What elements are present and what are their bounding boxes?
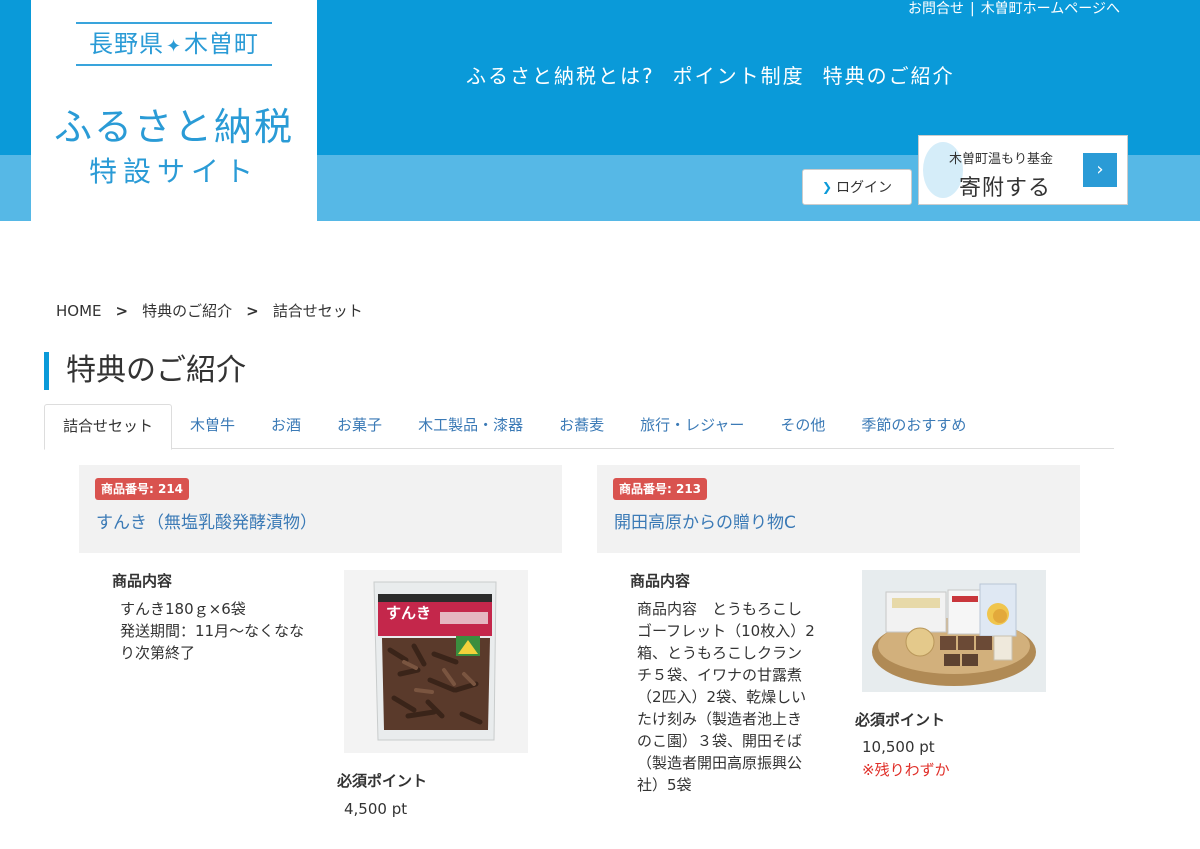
login-label: ログイン <box>836 180 893 196</box>
logo-town-text: 木曽町 <box>184 30 260 58</box>
tab-seasonal[interactable]: 季節のおすすめ <box>843 404 984 449</box>
contents-line: （2匹入）2袋、乾燥しい <box>637 688 807 706</box>
category-tabs: 詰合せセット 木曽牛 お酒 お菓子 木工製品・漆器 お蕎麦 旅行・レジャー その… <box>44 404 1114 450</box>
breadcrumb-current: 詰合せセット <box>272 302 363 320</box>
package-label: すんき <box>386 604 431 622</box>
tab-assortment[interactable]: 詰合せセット <box>44 404 173 450</box>
sunki-package-icon: すんき <box>344 570 528 753</box>
site-logo[interactable]: 長野県 ✦木曽町 ふるさと納税 特設サイト <box>31 0 317 221</box>
fund-label: 木曽町温もり基金 <box>949 152 1054 167</box>
product-title-link[interactable]: すんき（無塩乳酸発酵漬物） <box>96 508 317 533</box>
breadcrumb-benefits[interactable]: 特典のご紹介 <box>142 302 232 320</box>
product-image-sunki[interactable]: すんき <box>344 570 528 753</box>
chevron-right-icon: ❯ <box>821 180 833 194</box>
login-button[interactable]: ❯ ログイン <box>802 169 912 205</box>
product-card-header: 商品番号: 214 すんき（無塩乳酸発酵漬物） <box>79 465 562 553</box>
global-nav: ふるさと納税とは? ポイント制度 特典のご紹介 <box>466 60 973 89</box>
contents-line: 箱、とうもろこしクラン <box>637 644 803 662</box>
contents-line: （製造者開田高原振興公 <box>637 754 803 772</box>
product-card: 商品番号: 213 開田高原からの贈り物C 商品内容 商品内容 とうもろこし ゴ… <box>597 465 1080 849</box>
bird-icon: ✦ <box>165 36 183 57</box>
tab-other[interactable]: その他 <box>762 404 843 449</box>
town-homepage-link[interactable]: 木曽町ホームページへ <box>981 1 1120 17</box>
low-stock-note: ※残りわずか <box>862 761 950 779</box>
logo-prefecture: 長野県 ✦木曽町 <box>76 22 272 66</box>
contents-line: 発送期間：11月～なくなな <box>120 622 305 640</box>
contents-line: すんき180ｇ×6袋 <box>120 600 246 618</box>
product-number-badge: 商品番号: 213 <box>613 478 708 500</box>
contents-line: 商品内容 とうもろこし <box>637 600 803 618</box>
contents-line: チ５袋、イワナの甘露煮 <box>637 666 803 684</box>
tab-sweets[interactable]: お菓子 <box>319 404 400 449</box>
tab-travel[interactable]: 旅行・レジャー <box>622 404 762 449</box>
contents-line: たけ刻み（製造者池上き <box>637 710 803 728</box>
donate-label: 寄附する <box>959 176 1052 201</box>
contents-line: のこ園）３袋、開田そば <box>637 732 803 750</box>
utility-links: お問合せ | 木曽町ホームページへ <box>908 0 1120 18</box>
product-number-badge: 商品番号: 214 <box>95 478 190 500</box>
tab-soba[interactable]: お蕎麦 <box>541 404 622 449</box>
product-title-link[interactable]: 開田高原からの贈り物C <box>614 508 796 533</box>
product-card: 商品番号: 214 すんき（無塩乳酸発酵漬物） 商品内容 すんき180ｇ×6袋 … <box>79 465 562 849</box>
required-points-value: 4,500 pt <box>344 800 408 818</box>
breadcrumb-separator: > <box>246 302 259 320</box>
breadcrumb-home[interactable]: HOME <box>56 302 102 320</box>
gift-basket-icon <box>862 570 1046 692</box>
required-points-heading: 必須ポイント <box>855 711 946 729</box>
logo-pref-text: 長野県 <box>88 30 164 58</box>
chevron-right-icon: › <box>1083 153 1117 187</box>
contents-line: り次第終了 <box>120 644 196 662</box>
contents-line: 社）5袋 <box>637 776 692 794</box>
required-points-heading: 必須ポイント <box>337 772 428 790</box>
contents-line: ゴーフレット（10枚入）2 <box>637 622 815 640</box>
breadcrumb: HOME > 特典のご紹介 > 詰合せセット <box>56 300 363 321</box>
nav-benefits[interactable]: 特典のご紹介 <box>823 60 955 89</box>
link-separator: | <box>969 1 975 17</box>
nav-points[interactable]: ポイント制度 <box>673 60 805 89</box>
product-card-header: 商品番号: 213 開田高原からの贈り物C <box>597 465 1080 553</box>
contents-text: すんき180ｇ×6袋 発送期間：11月～なくなな り次第終了 <box>120 598 305 664</box>
breadcrumb-separator: > <box>115 302 129 320</box>
contents-text: 商品内容 とうもろこし ゴーフレット（10枚入）2 箱、とうもろこしクラン チ５… <box>637 598 837 796</box>
required-points-value: 10,500 pt <box>862 738 935 756</box>
tab-kiso-beef[interactable]: 木曽牛 <box>172 404 253 449</box>
tab-woodcraft[interactable]: 木工製品・漆器 <box>400 404 541 449</box>
page-title: 特典のご紹介 <box>44 352 246 390</box>
nav-about[interactable]: ふるさと納税とは? <box>466 60 655 89</box>
contents-heading: 商品内容 <box>630 572 691 590</box>
contents-heading: 商品内容 <box>112 572 173 590</box>
product-image-kaida-gift[interactable] <box>862 570 1046 692</box>
tab-sake[interactable]: お酒 <box>253 404 319 449</box>
logo-sub-text: 特設サイト <box>88 155 259 188</box>
donate-button[interactable]: 木曽町温もり基金 寄附する › <box>918 135 1128 205</box>
contact-link[interactable]: お問合せ <box>908 1 964 17</box>
logo-main-text: ふるさと納税 <box>53 105 294 149</box>
